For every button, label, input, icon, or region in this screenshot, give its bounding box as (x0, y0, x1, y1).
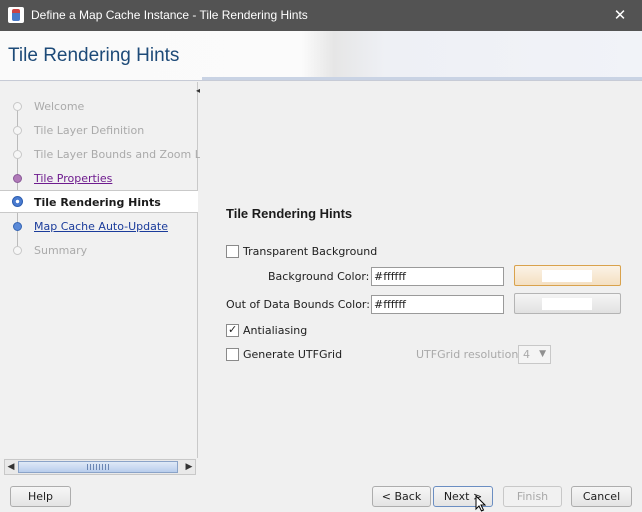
utfgrid-resolution-label: UTFGrid resolution: (416, 348, 522, 361)
utfgrid-resolution-value: 4 (523, 348, 530, 361)
nav-step-label[interactable]: Tile Properties (34, 172, 112, 185)
background-color-picker-button[interactable] (514, 265, 621, 286)
nav-step-label: Tile Layer Definition (34, 124, 145, 137)
generate-utfgrid-checkbox[interactable] (226, 348, 239, 361)
color-swatch (542, 298, 592, 310)
scroll-right-icon[interactable]: ▶ (183, 460, 195, 474)
nav-step-tile-layer-definition: Tile Layer Definition (0, 119, 198, 141)
out-of-bounds-color-label: Out of Data Bounds Color: (226, 298, 370, 311)
window-titlebar: Define a Map Cache Instance - Tile Rende… (0, 0, 642, 31)
nav-step-tile-properties[interactable]: Tile Properties (0, 167, 198, 189)
background-color-field[interactable]: #ffffff (371, 267, 504, 286)
step-dot-icon (13, 246, 22, 255)
help-button[interactable]: Help (10, 486, 71, 507)
color-swatch (542, 270, 592, 282)
nav-step-tile-rendering-hints: Tile Rendering Hints (0, 190, 198, 213)
nav-step-label: Welcome (34, 100, 85, 113)
transparent-background-checkbox[interactable] (226, 245, 239, 258)
nav-step-label: Summary (34, 244, 88, 257)
mouse-pointer-icon (475, 495, 487, 512)
scroll-left-icon[interactable]: ◀ (5, 460, 17, 474)
step-dot-icon (13, 150, 22, 159)
step-dot-icon (13, 222, 22, 231)
wizard-footer: Help < Back Next > Finish Cancel (0, 476, 642, 512)
nav-horizontal-scrollbar[interactable]: ◀ ▶ (4, 459, 196, 475)
wizard-step-nav: Welcome Tile Layer Definition Tile Layer… (0, 82, 230, 458)
nav-step-summary: Summary (0, 239, 198, 261)
background-color-label: Background Color: (268, 270, 370, 283)
header-divider (202, 77, 642, 80)
utfgrid-resolution-select: 4 ▼ (518, 345, 551, 364)
out-of-bounds-color-field[interactable]: #ffffff (371, 295, 504, 314)
nav-step-map-cache-auto-update[interactable]: Map Cache Auto-Update (0, 215, 198, 237)
java-app-icon (8, 7, 24, 23)
back-button[interactable]: < Back (372, 486, 431, 507)
finish-button: Finish (503, 486, 562, 507)
page-title: Tile Rendering Hints (8, 45, 180, 66)
nav-step-welcome: Welcome (0, 95, 198, 117)
current-step-icon (12, 196, 23, 207)
nav-step-label[interactable]: Map Cache Auto-Update (34, 220, 168, 233)
close-icon[interactable]: ✕ (598, 0, 642, 31)
scrollbar-thumb[interactable] (18, 461, 178, 473)
out-of-bounds-color-picker-button[interactable] (514, 293, 621, 314)
nav-step-bounds-zoom: Tile Layer Bounds and Zoom Levels (0, 143, 230, 165)
window-title: Define a Map Cache Instance - Tile Rende… (31, 8, 308, 22)
transparent-background-label[interactable]: Transparent Background (243, 245, 377, 258)
wizard-header: Tile Rendering Hints (0, 31, 642, 81)
panel-title: Tile Rendering Hints (226, 206, 353, 221)
chevron-down-icon: ▼ (539, 349, 546, 359)
step-dot-icon (13, 126, 22, 135)
grip-icon (87, 464, 109, 470)
antialiasing-label[interactable]: Antialiasing (243, 324, 307, 337)
cancel-button[interactable]: Cancel (571, 486, 632, 507)
step-dot-icon (13, 174, 22, 183)
generate-utfgrid-label[interactable]: Generate UTFGrid (243, 348, 342, 361)
antialiasing-checkbox[interactable] (226, 323, 239, 337)
step-dot-icon (13, 102, 22, 111)
nav-step-label: Tile Rendering Hints (34, 196, 161, 209)
